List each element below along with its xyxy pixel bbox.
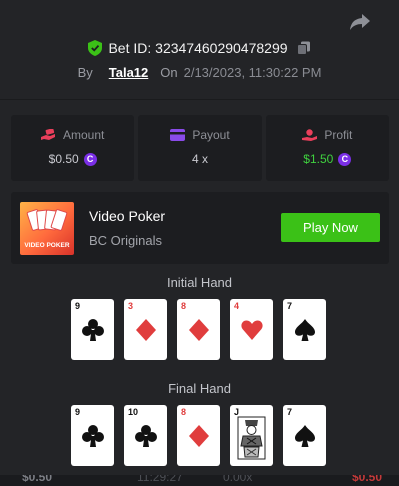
heart-icon bbox=[241, 320, 263, 340]
playing-card: 9 bbox=[71, 405, 114, 466]
game-thumbnail[interactable]: VIDEO POKER bbox=[20, 202, 74, 255]
stat-payout-label: Payout bbox=[192, 128, 230, 142]
initial-hand-title: Initial Hand bbox=[166, 275, 233, 290]
game-provider: BC Originals bbox=[89, 233, 162, 248]
coin-icon: C bbox=[83, 152, 97, 166]
playing-card: J bbox=[230, 405, 273, 466]
playing-card: 8 bbox=[177, 405, 220, 466]
final-hand: 9 10 8 J 7 bbox=[71, 405, 326, 466]
on-label: On bbox=[160, 65, 178, 80]
spade-icon bbox=[295, 319, 315, 341]
verified-shield-icon bbox=[88, 40, 103, 56]
initial-hand: 9 3 8 4 7 bbox=[71, 299, 326, 360]
diamond-icon bbox=[189, 319, 209, 341]
money-hand-icon bbox=[40, 129, 55, 140]
playing-card: 3 bbox=[124, 299, 167, 360]
bet-id-text: Bet ID: 32347460290478299 bbox=[108, 40, 288, 56]
diamond-icon bbox=[136, 319, 156, 341]
bet-author-row: By Tala12 On 2/13/2023, 11:30:22 PM bbox=[0, 65, 399, 80]
stat-amount-label: Amount bbox=[62, 128, 105, 142]
copy-icon[interactable] bbox=[296, 41, 311, 55]
playing-card: 4 bbox=[230, 299, 273, 360]
game-thumbnail-label: VIDEO POKER bbox=[24, 242, 70, 249]
background-bet-row: $0.50 11:29:27 0.00x $0.50 bbox=[0, 475, 399, 486]
club-icon bbox=[82, 319, 104, 341]
stat-profit: Profit $1.50 C bbox=[265, 115, 389, 181]
playing-card: 10 bbox=[124, 405, 167, 466]
coin-icon: C bbox=[338, 152, 352, 166]
username-link[interactable]: Tala12 bbox=[109, 65, 149, 80]
bet-datetime: 2/13/2023, 11:30:22 PM bbox=[183, 65, 322, 80]
divider bbox=[0, 99, 399, 100]
game-name: Video Poker bbox=[89, 208, 166, 224]
card-payout-icon bbox=[170, 129, 186, 141]
bet-id-row: Bet ID: 32347460290478299 bbox=[0, 40, 399, 56]
background-time: 11:29:27 bbox=[137, 475, 183, 484]
background-multiplier: 0.00x bbox=[223, 475, 253, 484]
stat-amount-value: $0.50 bbox=[48, 152, 79, 166]
diamond-icon bbox=[189, 425, 209, 447]
playing-card: 8 bbox=[177, 299, 220, 360]
play-now-button[interactable]: Play Now bbox=[281, 213, 380, 242]
final-hand-title: Final Hand bbox=[168, 381, 231, 396]
share-icon[interactable] bbox=[349, 12, 371, 32]
stat-profit-label: Profit bbox=[324, 128, 353, 142]
playing-card: 9 bbox=[71, 299, 114, 360]
playing-card: 7 bbox=[283, 405, 326, 466]
stat-payout-value: 4 x bbox=[191, 152, 208, 166]
playing-card: 7 bbox=[283, 299, 326, 360]
spade-icon bbox=[295, 425, 315, 447]
background-amount: $0.50 bbox=[22, 475, 53, 484]
background-profit: $0.50 bbox=[352, 475, 383, 484]
jack-face-icon bbox=[237, 416, 266, 460]
by-label: By bbox=[77, 65, 93, 80]
profit-icon bbox=[302, 129, 318, 141]
stat-profit-value: $1.50 bbox=[303, 152, 334, 166]
game-card: VIDEO POKER Video Poker BC Originals Pla… bbox=[11, 192, 389, 264]
stat-amount: Amount $0.50 C bbox=[11, 115, 135, 181]
stat-payout: Payout 4 x bbox=[138, 115, 262, 181]
club-icon bbox=[135, 425, 157, 447]
bet-stats: Amount $0.50 C Payout 4 x Profit $1.50 C bbox=[11, 115, 389, 181]
club-icon bbox=[82, 425, 104, 447]
